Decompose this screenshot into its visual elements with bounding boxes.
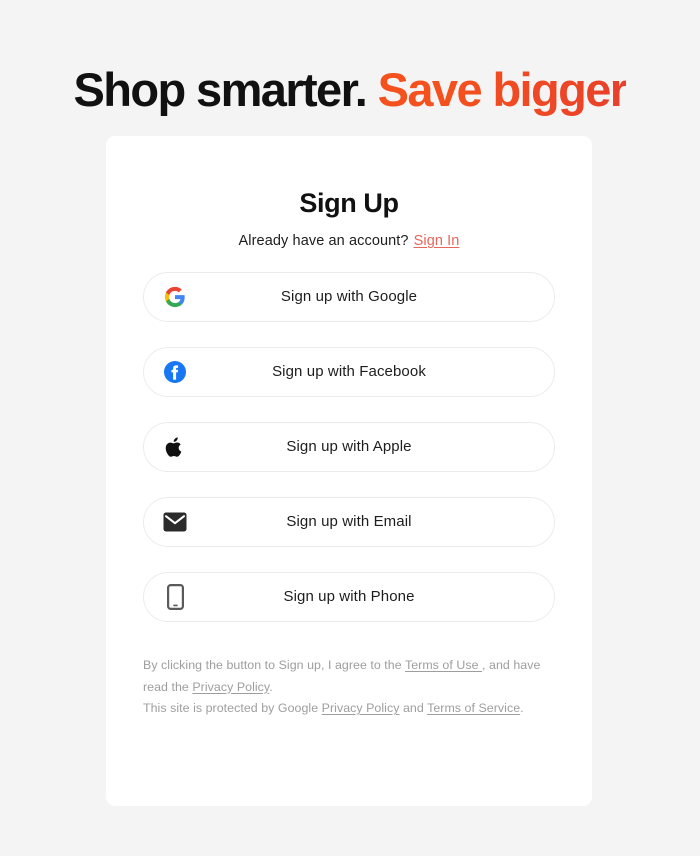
envelope-icon [162, 509, 188, 535]
signup-with-facebook-button[interactable]: Sign up with Facebook [143, 347, 555, 397]
google-privacy-policy-link[interactable]: Privacy Policy [322, 701, 400, 715]
provider-label: Sign up with Apple [286, 438, 412, 455]
signup-with-email-button[interactable]: Sign up with Email [143, 497, 555, 547]
existing-account-label: Already have an account? [238, 233, 409, 249]
terms-of-use-link[interactable]: Terms of Use [405, 658, 482, 672]
legal-text: and [399, 701, 428, 715]
signup-with-phone-button[interactable]: Sign up with Phone [143, 572, 555, 622]
provider-label: Sign up with Phone [283, 588, 415, 605]
existing-account-row: Already have an account? Sign In [106, 233, 592, 249]
privacy-policy-link[interactable]: Privacy Policy [192, 680, 269, 694]
legal-text: By clicking the button to Sign up, I agr… [143, 658, 405, 672]
provider-label: Sign up with Facebook [272, 363, 426, 380]
google-terms-of-service-link[interactable]: Terms of Service [427, 701, 520, 715]
signup-card: Sign Up Already have an account? Sign In … [106, 136, 592, 806]
headline-dark-text: Shop smarter. [73, 63, 368, 117]
legal-line-terms: By clicking the button to Sign up, I agr… [143, 655, 555, 698]
provider-button-list: Sign up with Google Sign up with Faceboo… [106, 272, 592, 622]
legal-line-recaptcha: This site is protected by Google Privacy… [143, 698, 555, 720]
google-icon [162, 284, 188, 310]
sign-in-link[interactable]: Sign In [414, 233, 460, 249]
provider-label: Sign up with Google [280, 288, 418, 305]
legal-disclaimer: By clicking the button to Sign up, I agr… [106, 655, 592, 720]
legal-text: . [269, 679, 273, 694]
facebook-icon [162, 359, 188, 385]
provider-label: Sign up with Email [286, 513, 412, 530]
legal-text: . [520, 701, 524, 715]
signup-with-apple-button[interactable]: Sign up with Apple [143, 422, 555, 472]
page-title: Sign Up [299, 188, 399, 218]
headline-accent-text: Save bigger [377, 63, 628, 117]
signup-page: Shop smarter. Save bigger Sign Up Alread… [0, 0, 700, 856]
page-headline: Shop smarter. Save bigger [0, 59, 700, 121]
smartphone-icon [162, 584, 188, 610]
apple-icon [162, 434, 188, 460]
signup-with-google-button[interactable]: Sign up with Google [143, 272, 555, 322]
legal-text: This site is protected by Google [143, 701, 322, 715]
